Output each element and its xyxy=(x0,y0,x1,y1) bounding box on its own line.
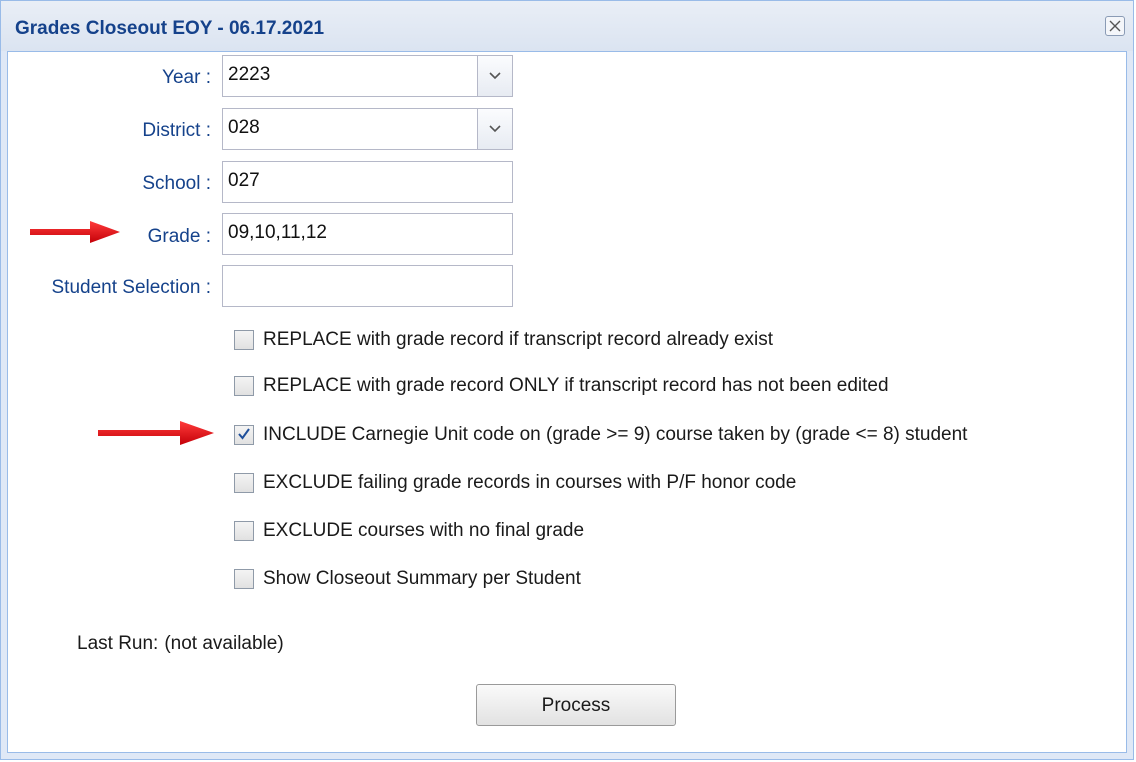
last-run-label: Last Run: xyxy=(77,633,159,654)
dialog-body: Year : 2223 District : 028 School : 027 xyxy=(7,51,1127,753)
year-dropdown-trigger[interactable] xyxy=(477,56,512,96)
year-label: Year : xyxy=(162,67,211,88)
grade-label: Grade : xyxy=(147,226,211,247)
year-value: 2223 xyxy=(228,64,271,85)
school-value: 027 xyxy=(228,170,260,191)
student-selection-label: Student Selection : xyxy=(51,277,212,298)
close-button[interactable] xyxy=(1105,16,1125,36)
checkbox[interactable] xyxy=(234,376,254,396)
grades-closeout-dialog: Grades Closeout EOY - 06.17.2021 Year : … xyxy=(0,0,1134,760)
red-arrow-icon xyxy=(98,421,214,445)
district-label: District : xyxy=(142,120,211,141)
last-run-info: Last Run: (not available) xyxy=(77,633,284,655)
dialog-title: Grades Closeout EOY - 06.17.2021 xyxy=(15,18,325,39)
checkbox[interactable] xyxy=(234,473,254,493)
chevron-down-icon xyxy=(489,72,501,80)
chevron-down-icon xyxy=(489,125,501,133)
last-run-value: (not available) xyxy=(164,633,284,654)
district-combo[interactable]: 028 xyxy=(222,108,513,150)
option-label: REPLACE with grade record ONLY if transc… xyxy=(263,375,889,396)
option-label: EXCLUDE courses with no final grade xyxy=(263,520,585,541)
checkbox[interactable] xyxy=(234,425,254,445)
district-dropdown-trigger[interactable] xyxy=(477,109,512,149)
year-combo[interactable]: 2223 xyxy=(222,55,513,97)
red-arrow-icon xyxy=(30,221,120,243)
district-value: 028 xyxy=(228,117,260,138)
option-label: Show Closeout Summary per Student xyxy=(263,568,581,589)
checkmark-icon xyxy=(238,428,250,440)
student-selection-field[interactable] xyxy=(222,265,513,307)
checkbox[interactable] xyxy=(234,569,254,589)
dialog-titlebar[interactable]: Grades Closeout EOY - 06.17.2021 xyxy=(1,1,1133,51)
school-field[interactable]: 027 xyxy=(222,161,513,203)
close-icon xyxy=(1109,20,1121,32)
process-button[interactable]: Process xyxy=(476,684,676,726)
grade-value: 09,10,11,12 xyxy=(228,222,327,243)
option-label: INCLUDE Carnegie Unit code on (grade >= … xyxy=(263,424,968,445)
school-label: School : xyxy=(142,173,211,194)
option-label: REPLACE with grade record if transcript … xyxy=(263,329,774,350)
checkbox[interactable] xyxy=(234,330,254,350)
checkbox[interactable] xyxy=(234,521,254,541)
option-label: EXCLUDE failing grade records in courses… xyxy=(263,472,797,493)
grade-field[interactable]: 09,10,11,12 xyxy=(222,213,513,255)
